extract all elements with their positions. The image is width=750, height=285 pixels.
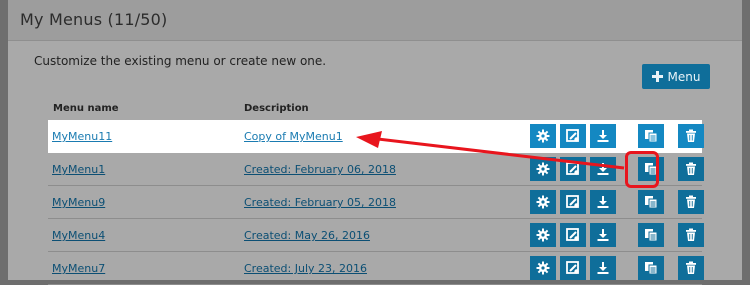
add-menu-button[interactable]: Menu <box>642 64 710 89</box>
download-icon <box>597 229 609 241</box>
panel-header: My Menus (11/50) <box>8 0 742 41</box>
delete-button[interactable] <box>678 190 704 214</box>
panel-description: Customize the existing menu or create ne… <box>34 54 327 68</box>
panel-title: My Menus (11/50) <box>20 10 168 29</box>
edit-icon <box>566 129 579 142</box>
add-menu-label: Menu <box>667 69 701 84</box>
gear-icon <box>536 129 550 143</box>
copy-icon <box>645 130 658 143</box>
menu-description-link[interactable]: Created: May 26, 2016 <box>244 229 370 242</box>
delete-button[interactable] <box>678 256 704 280</box>
delete-button[interactable] <box>678 124 704 148</box>
edit-button[interactable] <box>560 157 586 181</box>
settings-button[interactable] <box>530 256 556 280</box>
copy-button[interactable] <box>638 223 664 247</box>
download-button[interactable] <box>590 157 616 181</box>
download-button[interactable] <box>590 190 616 214</box>
menu-description-link[interactable]: Created: February 05, 2018 <box>244 196 396 209</box>
gear-icon <box>536 195 550 209</box>
settings-button[interactable] <box>530 190 556 214</box>
table-row: MyMenu1 Created: February 06, 2018 <box>48 153 704 186</box>
menu-name-link[interactable]: MyMenu4 <box>52 229 105 242</box>
plus-icon <box>651 71 663 82</box>
menu-name-link[interactable]: MyMenu11 <box>52 130 112 143</box>
copy-icon <box>645 262 658 275</box>
edit-icon <box>566 195 579 208</box>
menu-description-link[interactable]: Created: February 06, 2018 <box>244 163 396 176</box>
table-row: MyMenu7 Created: July 23, 2016 <box>48 252 704 285</box>
settings-button[interactable] <box>530 124 556 148</box>
trash-icon <box>686 162 696 175</box>
download-icon <box>597 262 609 274</box>
trash-icon <box>686 228 696 241</box>
edit-icon <box>566 228 579 241</box>
table-row: MyMenu4 Created: May 26, 2016 <box>48 219 704 252</box>
column-header-description: Description <box>244 103 309 114</box>
copy-button[interactable] <box>638 124 664 148</box>
edit-button[interactable] <box>560 223 586 247</box>
copy-icon <box>645 196 658 209</box>
annotation-highlight-box <box>625 151 659 188</box>
download-icon <box>597 196 609 208</box>
edit-button[interactable] <box>560 256 586 280</box>
copy-button[interactable] <box>638 190 664 214</box>
menu-name-link[interactable]: MyMenu1 <box>52 163 105 176</box>
menu-name-link[interactable]: MyMenu7 <box>52 262 105 275</box>
edit-button[interactable] <box>560 190 586 214</box>
trash-icon <box>686 129 696 142</box>
menus-panel: My Menus (11/50) Customize the existing … <box>8 0 742 285</box>
download-button[interactable] <box>590 223 616 247</box>
edit-icon <box>566 261 579 274</box>
download-button[interactable] <box>590 124 616 148</box>
column-header-name: Menu name <box>53 103 119 114</box>
gear-icon <box>536 162 550 176</box>
download-icon <box>597 130 609 142</box>
trash-icon <box>686 195 696 208</box>
download-button[interactable] <box>590 256 616 280</box>
menu-name-link[interactable]: MyMenu9 <box>52 196 105 209</box>
table-row: MyMenu9 Created: February 05, 2018 <box>48 186 704 219</box>
gear-icon <box>536 261 550 275</box>
gear-icon <box>536 228 550 242</box>
download-icon <box>597 163 609 175</box>
menu-description-link[interactable]: Copy of MyMenu1 <box>244 130 343 143</box>
edit-icon <box>566 162 579 175</box>
delete-button[interactable] <box>678 157 704 181</box>
menu-description-link[interactable]: Created: July 23, 2016 <box>244 262 367 275</box>
delete-button[interactable] <box>678 223 704 247</box>
table-row: MyMenu11 Copy of MyMenu1 <box>48 120 704 153</box>
settings-button[interactable] <box>530 157 556 181</box>
copy-button[interactable] <box>638 256 664 280</box>
copy-icon <box>645 229 658 242</box>
trash-icon <box>686 261 696 274</box>
edit-button[interactable] <box>560 124 586 148</box>
settings-button[interactable] <box>530 223 556 247</box>
